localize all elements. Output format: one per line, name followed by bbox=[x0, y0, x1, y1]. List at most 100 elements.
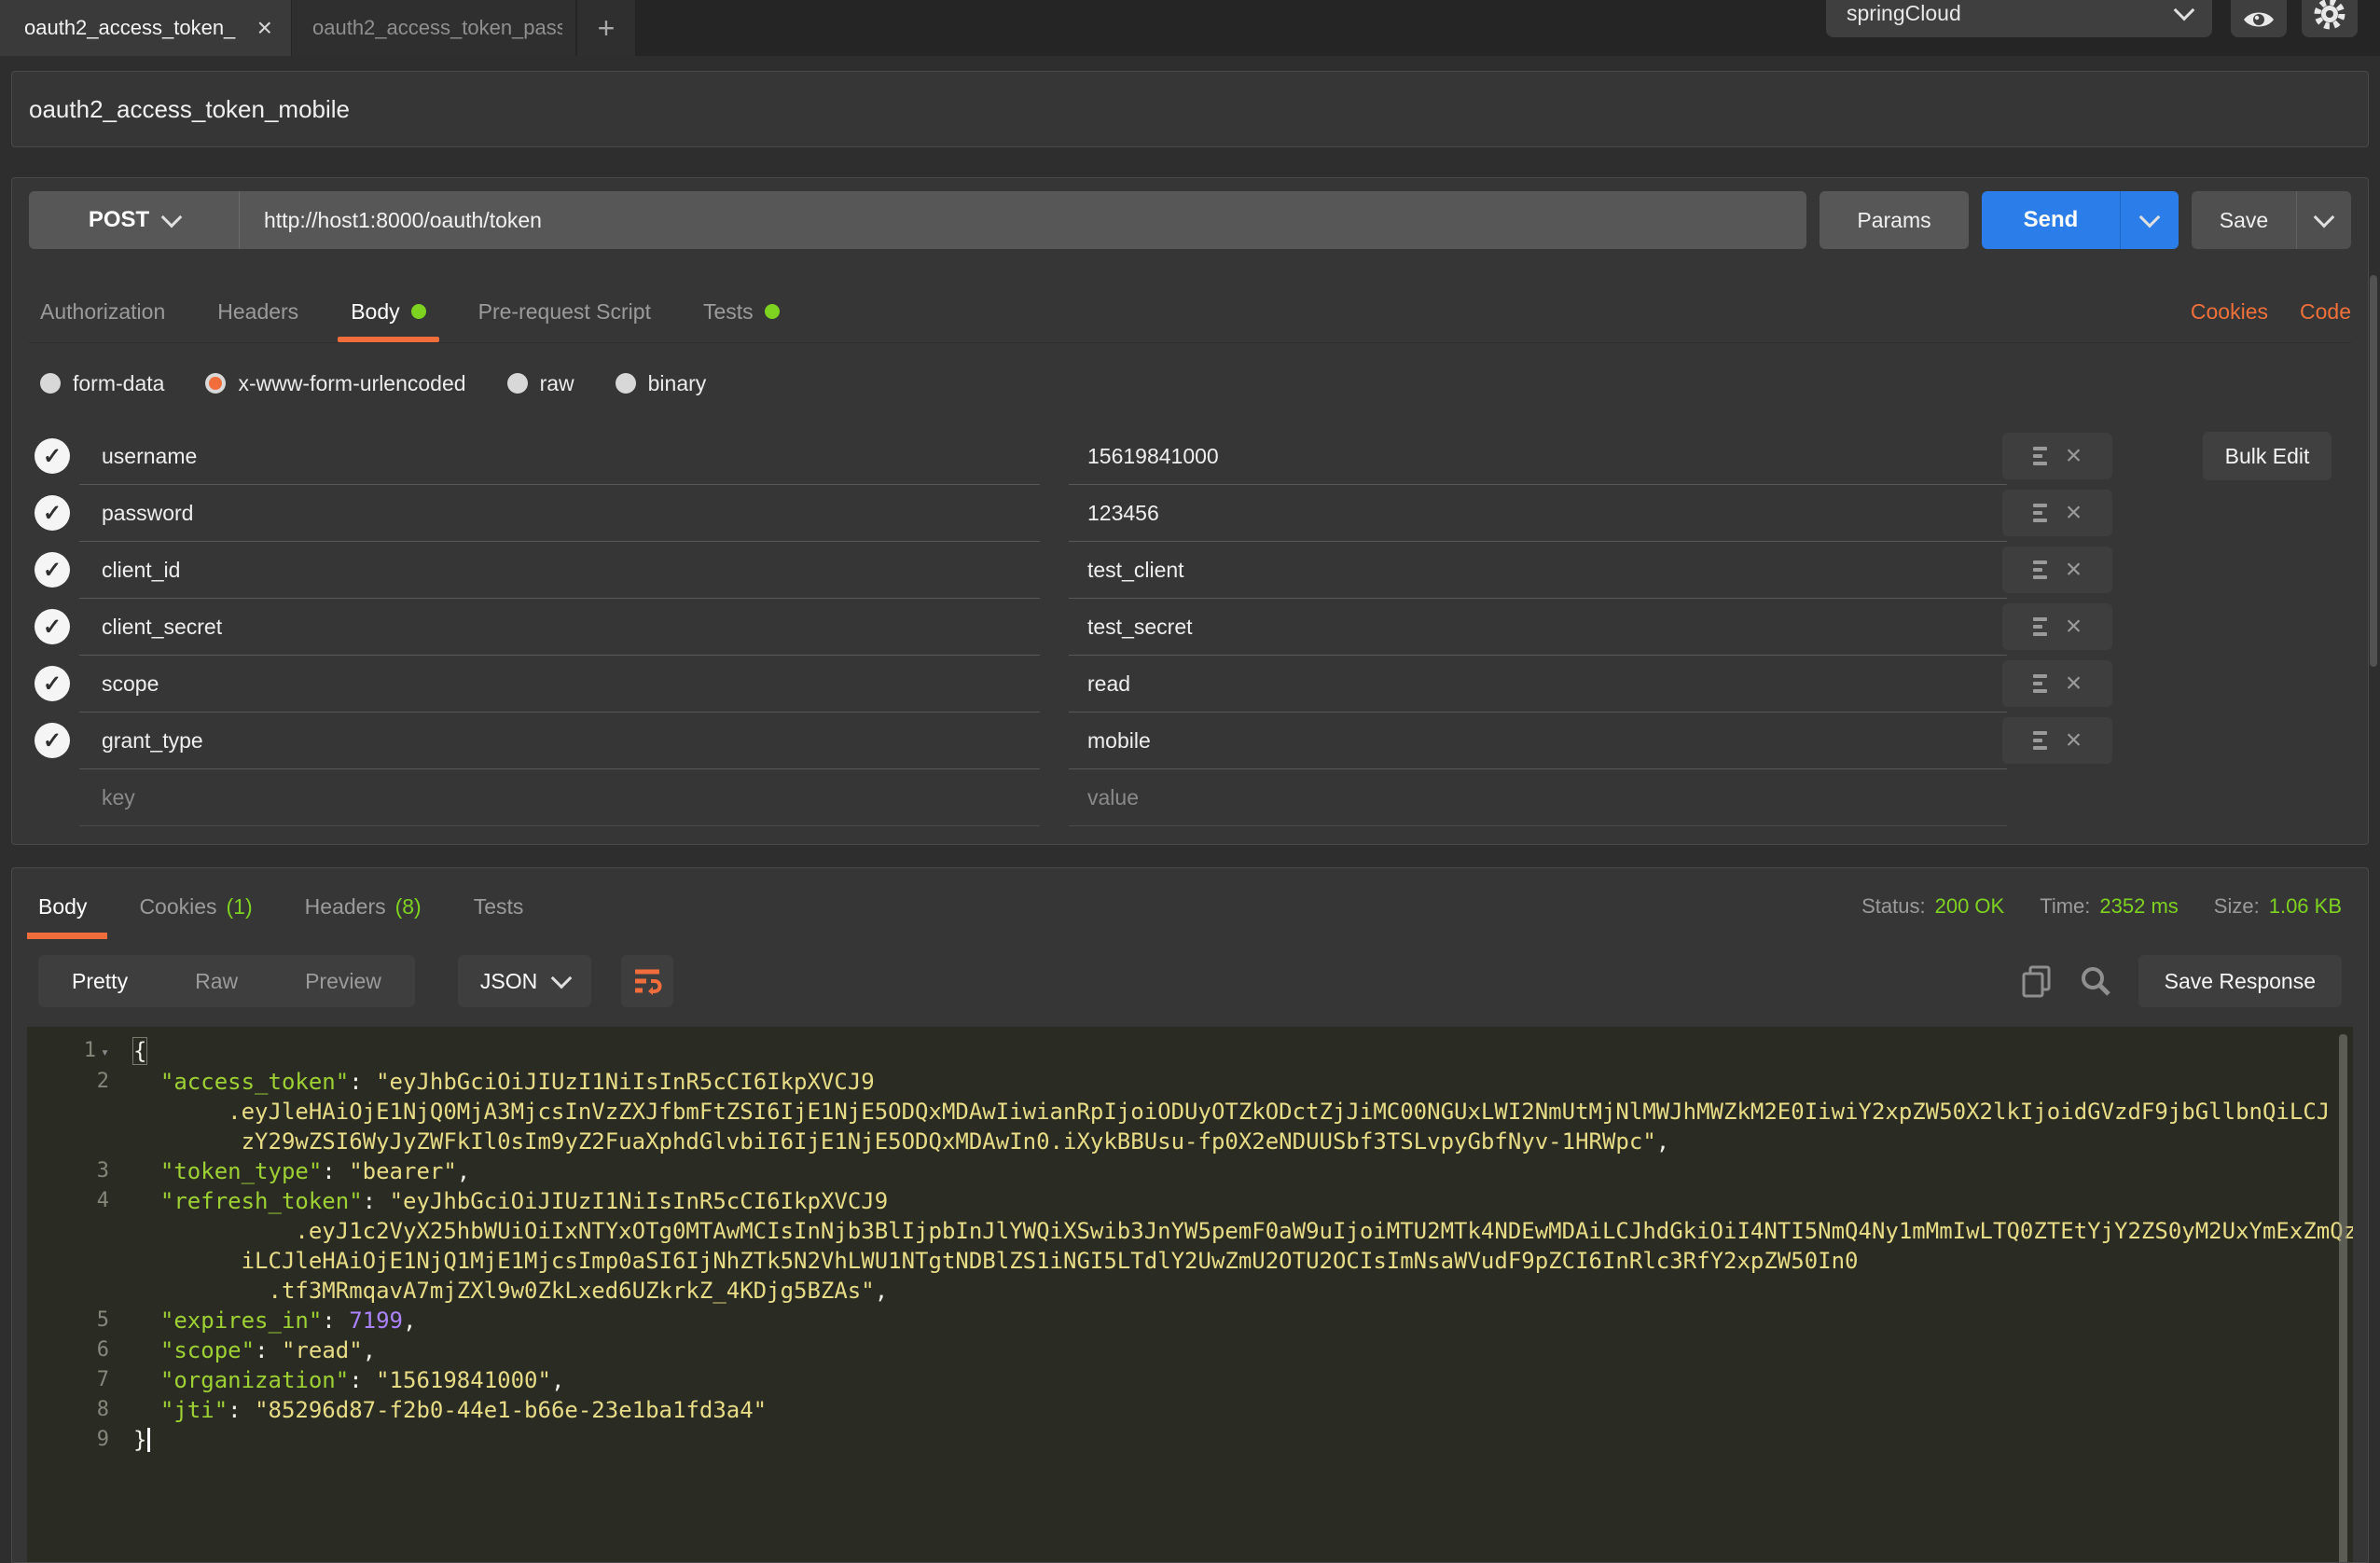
code-token: , bbox=[1656, 1128, 1669, 1155]
value-input[interactable]: 15619841000 bbox=[1069, 428, 2007, 485]
code-token bbox=[133, 1397, 160, 1423]
view-mode-raw[interactable]: Raw bbox=[161, 969, 271, 994]
page-scrollbar[interactable] bbox=[2370, 275, 2377, 667]
row-checkbox[interactable]: ✓ bbox=[35, 552, 70, 588]
key-input[interactable]: password bbox=[79, 485, 1040, 542]
row-checkbox[interactable]: ✓ bbox=[35, 609, 70, 644]
value-input[interactable]: read bbox=[1069, 656, 2007, 712]
value-input[interactable]: test_secret bbox=[1069, 599, 2007, 656]
format-selector[interactable]: JSON bbox=[458, 955, 591, 1007]
view-mode-pretty[interactable]: Pretty bbox=[38, 969, 161, 994]
code-text: "expires_in": 7199, bbox=[109, 1306, 416, 1335]
request-panel: POST http://host1:8000/oauth/token Param… bbox=[11, 177, 2369, 845]
response-tab-body[interactable]: Body bbox=[38, 878, 87, 935]
code-token: .tf3MRmqavA7mjZXl9w0ZkLxed6UZkrkZ_4KDjg5… bbox=[133, 1278, 875, 1304]
code-token bbox=[133, 1307, 160, 1334]
row-menu-icon[interactable] bbox=[2033, 447, 2047, 465]
code-link[interactable]: Code bbox=[2300, 299, 2351, 325]
cookies-link[interactable]: Cookies bbox=[2191, 299, 2268, 325]
environment-quick-look-button[interactable] bbox=[2231, 0, 2287, 37]
save-options-button[interactable] bbox=[2296, 191, 2351, 249]
tab-pre-request-script[interactable]: Pre-request Script bbox=[478, 281, 651, 342]
remove-row-icon[interactable]: × bbox=[2066, 442, 2082, 470]
row-checkbox[interactable]: ✓ bbox=[35, 495, 70, 531]
save-button[interactable]: Save bbox=[2192, 191, 2296, 249]
row-checkbox[interactable]: ✓ bbox=[35, 666, 70, 701]
response-tab-cookies[interactable]: Cookies(1) bbox=[139, 878, 252, 935]
line-number: 2 bbox=[27, 1067, 109, 1097]
fold-caret-icon[interactable]: ▾ bbox=[101, 1044, 109, 1060]
code-scrollbar[interactable] bbox=[2339, 1034, 2347, 1562]
code-token: "expires_in" bbox=[160, 1307, 322, 1334]
key-input[interactable]: client_id bbox=[79, 542, 1040, 599]
tab-headers[interactable]: Headers bbox=[217, 281, 298, 342]
tab-label: oauth2_access_token_ bbox=[24, 16, 246, 40]
params-button[interactable]: Params bbox=[1820, 191, 1969, 249]
response-tab-tests[interactable]: Tests bbox=[474, 878, 524, 935]
remove-row-icon[interactable]: × bbox=[2066, 670, 2082, 698]
time-label: Time: bbox=[2040, 894, 2090, 919]
status-badge: Status: 200 OK bbox=[1861, 894, 2004, 919]
method-url-group: POST http://host1:8000/oauth/token bbox=[29, 191, 1806, 249]
key-input[interactable]: client_secret bbox=[79, 599, 1040, 656]
code-text: "access_token": "eyJhbGciOiJIUzI1NiIsInR… bbox=[109, 1067, 875, 1097]
code-token: : bbox=[228, 1397, 255, 1423]
key-input[interactable]: scope bbox=[79, 656, 1040, 712]
save-response-button[interactable]: Save Response bbox=[2138, 955, 2342, 1007]
mode-x-www-form-urlencoded[interactable]: x-www-form-urlencoded bbox=[205, 371, 465, 396]
row-menu-icon[interactable] bbox=[2033, 504, 2047, 522]
code-line: 3 "token_type": "bearer", bbox=[27, 1156, 2353, 1186]
count-badge: (1) bbox=[227, 894, 253, 920]
format-label: JSON bbox=[480, 969, 537, 994]
code-token: , bbox=[875, 1278, 888, 1304]
code-token: "access_token" bbox=[160, 1069, 349, 1095]
tab-tests[interactable]: Tests bbox=[703, 281, 780, 342]
value-input[interactable]: 123456 bbox=[1069, 485, 2007, 542]
code-line: iLCJleHAiOjE1NjQ1MjE1MjcsImp0aSI6IjNhZTk… bbox=[27, 1246, 2353, 1276]
send-options-button[interactable] bbox=[2120, 191, 2179, 249]
code-token: : bbox=[322, 1158, 349, 1184]
view-mode-preview[interactable]: Preview bbox=[271, 969, 415, 994]
url-input[interactable]: http://host1:8000/oauth/token bbox=[240, 191, 1806, 249]
key-input[interactable]: grant_type bbox=[79, 712, 1040, 769]
bulk-edit-button[interactable]: Bulk Edit bbox=[2203, 432, 2332, 480]
row-menu-icon[interactable] bbox=[2033, 674, 2047, 693]
tab-body[interactable]: Body bbox=[351, 281, 425, 342]
form-row: ✓client_id test_client × bbox=[12, 542, 2368, 599]
copy-icon[interactable] bbox=[2021, 964, 2053, 998]
response-body-viewer[interactable]: 1▾{2 "access_token": "eyJhbGciOiJIUzI1Ni… bbox=[27, 1027, 2353, 1562]
row-checkbox[interactable]: ✓ bbox=[35, 438, 70, 474]
request-tab-active[interactable]: oauth2_access_token_ × bbox=[0, 0, 291, 56]
response-tab-headers[interactable]: Headers(8) bbox=[305, 878, 422, 935]
settings-button[interactable] bbox=[2302, 0, 2358, 37]
code-text: .eyJ1c2VyX25hbWUiOiIxNTYxOTg0MTAwMCIsInN… bbox=[109, 1216, 2353, 1246]
code-token: , bbox=[403, 1307, 416, 1334]
code-line: .tf3MRmqavA7mjZXl9w0ZkLxed6UZkrkZ_4KDjg5… bbox=[27, 1276, 2353, 1306]
send-button[interactable]: Send bbox=[1982, 191, 2120, 249]
key-input[interactable]: key bbox=[79, 769, 1040, 826]
row-menu-icon[interactable] bbox=[2033, 560, 2047, 579]
remove-row-icon[interactable]: × bbox=[2066, 556, 2082, 584]
environment-selector[interactable]: springCloud bbox=[1826, 0, 2212, 37]
mode-form-data[interactable]: form-data bbox=[40, 371, 164, 396]
remove-row-icon[interactable]: × bbox=[2066, 613, 2082, 641]
new-tab-button[interactable]: + bbox=[577, 0, 635, 56]
mode-raw[interactable]: raw bbox=[507, 371, 574, 396]
value-input[interactable]: mobile bbox=[1069, 712, 2007, 769]
close-icon[interactable]: × bbox=[257, 15, 272, 41]
request-tab-inactive[interactable]: oauth2_access_token_passv bbox=[292, 0, 576, 56]
mode-binary[interactable]: binary bbox=[616, 371, 707, 396]
key-input[interactable]: username bbox=[79, 428, 1040, 485]
search-icon[interactable] bbox=[2079, 964, 2112, 998]
value-input[interactable]: value bbox=[1069, 769, 2007, 826]
method-selector[interactable]: POST bbox=[29, 191, 240, 249]
wrap-lines-button[interactable] bbox=[621, 955, 673, 1007]
row-menu-icon[interactable] bbox=[2033, 731, 2047, 750]
value-input[interactable]: test_client bbox=[1069, 542, 2007, 599]
row-checkbox[interactable]: ✓ bbox=[35, 723, 70, 758]
remove-row-icon[interactable]: × bbox=[2066, 499, 2082, 527]
remove-row-icon[interactable]: × bbox=[2066, 726, 2082, 754]
row-menu-icon[interactable] bbox=[2033, 617, 2047, 636]
form-row: ✓ grant_type mobile × bbox=[12, 712, 2368, 769]
tab-authorization[interactable]: Authorization bbox=[40, 281, 165, 342]
